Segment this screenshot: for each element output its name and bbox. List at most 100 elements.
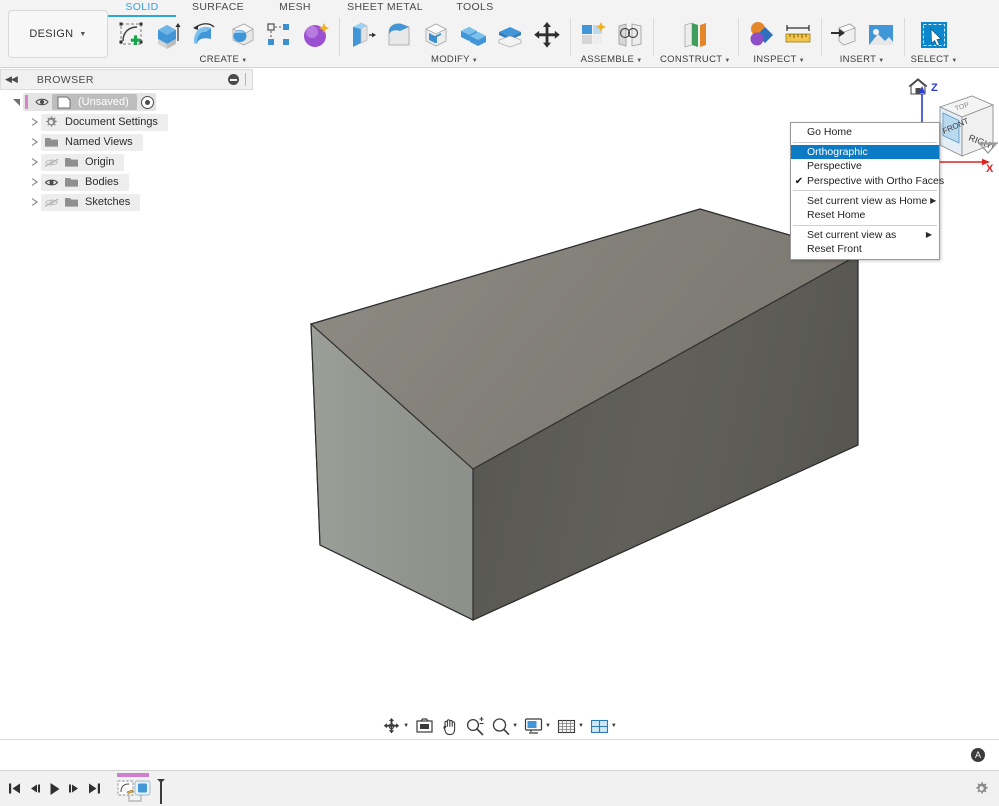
orbit-chevron-icon <box>978 142 998 154</box>
menu-item-perspective-label: Perspective <box>807 160 862 173</box>
panel-construct-label[interactable]: CONSTRUCT ▼ <box>660 54 731 66</box>
autodesk-account-badge[interactable]: A <box>971 748 985 762</box>
gear-icon[interactable] <box>974 781 989 799</box>
offset-plane-icon[interactable] <box>679 19 711 51</box>
folder-icon <box>61 176 81 188</box>
tab-tools[interactable]: TOOLS <box>440 0 510 13</box>
interference-icon[interactable] <box>745 19 777 51</box>
viewports-icon[interactable]: ▼ <box>588 718 619 735</box>
timeline-end-marker <box>157 778 165 804</box>
tab-sheet-metal-label: SHEET METAL <box>347 1 423 13</box>
visibility-eye-off-icon[interactable] <box>41 157 61 168</box>
select-cursor-icon[interactable] <box>918 19 950 51</box>
viewcube-context-menu[interactable]: Go Home Orthographic Perspective ✔ Persp… <box>790 122 944 260</box>
expand-toggle-named-views[interactable] <box>28 137 41 147</box>
step-back-icon[interactable] <box>26 778 43 800</box>
menu-item-orthographic[interactable]: Orthographic <box>791 144 939 160</box>
zoom-icon[interactable] <box>463 716 487 736</box>
panel-select-label[interactable]: SELECT ▼ <box>911 54 958 66</box>
form-icon[interactable] <box>300 19 332 51</box>
root-document-chip[interactable]: (Unsaved) <box>52 94 137 110</box>
go-to-beginning-icon[interactable] <box>6 778 23 800</box>
chevron-down-icon: ▼ <box>610 723 617 729</box>
tree-node-document-settings[interactable]: Document Settings <box>0 112 253 132</box>
tree-node-bodies[interactable]: Bodies <box>0 172 253 192</box>
timeline-feature-group[interactable] <box>115 772 165 805</box>
panel-insert-label[interactable]: INSERT ▼ <box>840 54 885 66</box>
tab-solid[interactable]: SOLID <box>108 0 176 17</box>
insert-derive-icon[interactable] <box>828 19 860 51</box>
timeline-connector <box>128 794 142 801</box>
tab-sheet-metal[interactable]: SHEET METAL <box>330 0 440 13</box>
sweep-icon[interactable] <box>226 19 258 51</box>
tree-label-bodies: Bodies <box>85 176 119 188</box>
chevron-down-icon: ▼ <box>577 723 584 729</box>
look-at-icon[interactable] <box>413 717 436 735</box>
visibility-eye-icon[interactable] <box>32 97 52 107</box>
panel-insert: INSERT ▼ <box>820 16 904 68</box>
step-forward-icon[interactable] <box>66 778 83 800</box>
tree-label-sketches: Sketches <box>85 196 131 208</box>
tree-node-sketches[interactable]: Sketches <box>0 192 253 212</box>
panel-assemble-label[interactable]: ASSEMBLE ▼ <box>581 54 643 66</box>
tab-surface-label: SURFACE <box>191 1 245 13</box>
tree-node-root[interactable]: (Unsaved) <box>0 92 253 112</box>
expand-toggle-sketches[interactable] <box>28 197 41 207</box>
shell-icon[interactable] <box>420 19 452 51</box>
combine-icon[interactable] <box>457 19 489 51</box>
play-icon[interactable] <box>46 778 63 800</box>
workspace-switcher-button[interactable]: DESIGN ▼ <box>8 10 108 58</box>
extrude-icon[interactable] <box>152 19 184 51</box>
menu-item-go-home[interactable]: Go Home <box>791 125 939 140</box>
insert-canvas-icon[interactable] <box>865 19 897 51</box>
panel-resize-grip[interactable] <box>244 73 248 86</box>
panel-create-label[interactable]: CREATE ▼ <box>200 54 248 66</box>
tab-mesh[interactable]: MESH <box>260 0 330 13</box>
navigation-bar: ▼ ▼ ▼ ▼ ▼ <box>0 713 999 739</box>
menu-item-orthographic-label: Orthographic <box>807 145 868 158</box>
expand-toggle-root[interactable] <box>10 98 23 106</box>
visibility-eye-off-icon[interactable] <box>41 197 61 208</box>
pattern-icon[interactable] <box>263 19 295 51</box>
press-pull-icon[interactable] <box>346 19 378 51</box>
menu-item-set-current-view-as-home[interactable]: Set current view as Home ▶ <box>791 193 939 208</box>
create-sketch-icon[interactable] <box>115 19 147 51</box>
go-to-end-icon[interactable] <box>86 778 103 800</box>
orbit-icon[interactable]: ▼ <box>380 717 411 736</box>
menu-item-perspective-with-ortho-faces[interactable]: ✔ Perspective with Ortho Faces <box>791 174 944 189</box>
menu-item-reset-front-label: Reset Front <box>807 243 862 256</box>
panel-inspect-label[interactable]: INSPECT ▼ <box>753 54 805 66</box>
minus-circle-icon[interactable] <box>228 74 239 85</box>
split-face-icon[interactable] <box>494 19 526 51</box>
chevron-down-icon: ▼ <box>512 723 519 729</box>
grid-snaps-icon[interactable]: ▼ <box>555 718 586 735</box>
panel-modify-label[interactable]: MODIFY ▼ <box>431 54 478 66</box>
joint-icon[interactable] <box>614 19 646 51</box>
menu-separator <box>793 190 937 192</box>
expand-toggle-document-settings[interactable] <box>28 117 41 127</box>
menu-item-set-current-view-as[interactable]: Set current view as ▶ <box>791 228 939 243</box>
tree-node-named-views[interactable]: Named Views <box>0 132 253 152</box>
menu-item-reset-front[interactable]: Reset Front <box>791 242 939 257</box>
collapse-left-icon[interactable]: ◀◀ <box>5 74 18 85</box>
fillet-icon[interactable] <box>383 19 415 51</box>
expand-toggle-bodies[interactable] <box>28 177 41 187</box>
tree-node-origin[interactable]: Origin <box>0 152 253 172</box>
move-copy-icon[interactable] <box>531 19 563 51</box>
active-component-radio-icon[interactable] <box>140 95 154 109</box>
menu-item-reset-home[interactable]: Reset Home <box>791 208 939 223</box>
submenu-arrow-icon: ▶ <box>925 230 933 240</box>
zoom-window-icon[interactable]: ▼ <box>489 717 520 736</box>
revolve-icon[interactable] <box>189 19 221 51</box>
display-settings-icon[interactable]: ▼ <box>522 717 553 735</box>
expand-toggle-origin[interactable] <box>28 157 41 167</box>
tab-surface[interactable]: SURFACE <box>176 0 260 13</box>
measure-icon[interactable] <box>782 19 814 51</box>
new-component-icon[interactable] <box>577 19 609 51</box>
visibility-eye-icon[interactable] <box>41 177 61 188</box>
browser-title: BROWSER <box>36 73 94 86</box>
browser-panel: ◀◀ BROWSER (Unsaved) Document Settings N… <box>0 69 253 214</box>
timeline-bar <box>0 770 999 806</box>
pan-icon[interactable] <box>438 717 461 736</box>
menu-item-perspective[interactable]: Perspective <box>791 159 939 174</box>
